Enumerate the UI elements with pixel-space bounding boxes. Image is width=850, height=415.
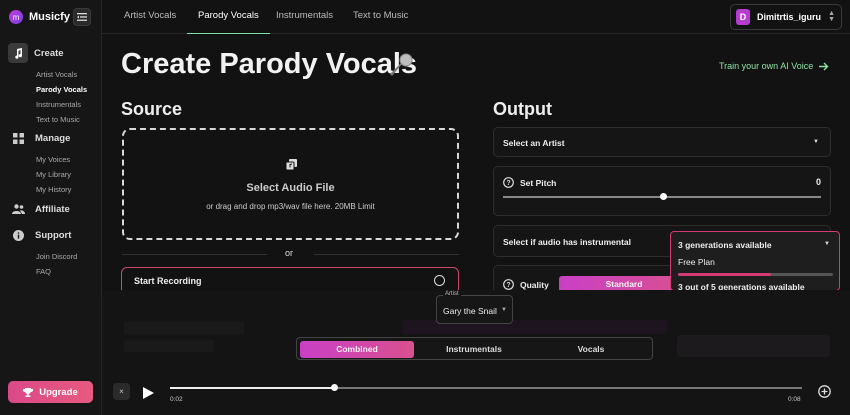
- upgrade-button[interactable]: Upgrade: [8, 381, 93, 403]
- add-to-library-button[interactable]: [818, 385, 831, 403]
- play-icon: [143, 387, 154, 399]
- sidebar-section-header-create[interactable]: Create: [0, 42, 102, 64]
- audio-file-dropzone[interactable]: Select Audio File or drag and drop mp3/w…: [122, 128, 459, 240]
- music-note-icon: [8, 43, 28, 63]
- close-icon: ×: [119, 387, 124, 396]
- sidebar-item-my-library[interactable]: My Library: [36, 167, 102, 182]
- sidebar-section-support: Support Join Discord FAQ: [0, 224, 102, 279]
- sidebar-item-my-history[interactable]: My History: [36, 182, 102, 197]
- svg-text:?: ?: [506, 282, 510, 289]
- pitch-value: 0: [815, 177, 821, 187]
- add-circle-icon: [818, 385, 831, 398]
- sidebar-section-title: Affiliate: [35, 203, 70, 215]
- page-title: Create Parody Vocals: [121, 48, 418, 80]
- record-radio[interactable]: [434, 275, 445, 286]
- dropzone-title: Select Audio File: [246, 182, 335, 194]
- microphone-icon: [388, 52, 414, 83]
- train-voice-label: Train your own AI Voice: [719, 61, 814, 71]
- tab-text-to-music[interactable]: Text to Music: [353, 0, 408, 34]
- quality-label: Quality: [520, 279, 549, 290]
- player-artist-select[interactable]: Artist Gary the Snail ▼: [436, 291, 513, 324]
- menu-collapse-icon: [77, 13, 87, 21]
- playback-handle[interactable]: [330, 384, 338, 391]
- app-name: Musicfy: [29, 11, 70, 23]
- info-icon: [12, 229, 25, 242]
- artist-select-label: Select an Artist: [503, 138, 565, 148]
- sidebar-item-join-discord[interactable]: Join Discord: [36, 249, 102, 264]
- mode-combined-button[interactable]: Combined: [300, 341, 414, 358]
- output-heading: Output: [493, 99, 552, 119]
- mode-instrumentals-button[interactable]: Instrumentals: [417, 341, 531, 358]
- user-menu-button[interactable]: D Dimitrtis_iguru ▲ ▼: [730, 4, 842, 30]
- sidebar-section-header-manage[interactable]: Manage: [0, 127, 102, 149]
- trophy-icon: [23, 387, 34, 397]
- collapse-sidebar-button[interactable]: [73, 8, 91, 26]
- sidebar-item-instrumentals[interactable]: Instrumentals: [36, 97, 102, 112]
- musicfy-logo-icon: m: [9, 10, 23, 24]
- quota-progress-bar: [678, 273, 833, 276]
- or-label: or: [285, 248, 294, 258]
- tab-instrumentals[interactable]: Instrumentals: [276, 0, 333, 34]
- artist-select[interactable]: Select an Artist ▼: [493, 127, 831, 157]
- start-recording-label: Start Recording: [134, 276, 202, 286]
- play-button[interactable]: [143, 386, 154, 404]
- grid-icon: [12, 132, 25, 145]
- plan-label: Free Plan: [678, 257, 715, 267]
- caret-down-icon: ▼: [813, 139, 819, 145]
- user-name: Dimitrtis_iguru: [757, 12, 822, 22]
- sidebar-section-title: Support: [35, 229, 72, 241]
- source-heading: Source: [121, 99, 183, 119]
- brand[interactable]: m Musicfy: [9, 10, 70, 24]
- file-upload-icon: [285, 157, 297, 175]
- sidebar-section-affiliate: Affiliate: [0, 198, 102, 220]
- instrumental-label: Select if audio has instrumental: [503, 237, 632, 247]
- sidebar-section-header-support[interactable]: Support: [0, 224, 102, 246]
- caret-down-icon: ▼: [501, 307, 507, 313]
- sidebar-section-header-affiliate[interactable]: Affiliate: [0, 198, 102, 220]
- sidebar-item-artist-vocals[interactable]: Artist Vocals: [36, 67, 102, 82]
- pitch-panel: ? Set Pitch 0: [493, 166, 831, 216]
- train-voice-link[interactable]: Train your own AI Voice: [719, 61, 829, 71]
- caret-down-icon: ▼: [824, 241, 830, 247]
- arrow-right-icon: [819, 62, 829, 70]
- sidebar-section-title: Manage: [35, 132, 71, 144]
- mix-mode-toggle: Combined Instrumentals Vocals: [296, 337, 653, 360]
- mode-vocals-button[interactable]: Vocals: [534, 341, 648, 358]
- avatar: D: [736, 9, 751, 25]
- generations-quota-dropdown[interactable]: 3 generations available ▼ Free Plan 3 ou…: [670, 231, 840, 291]
- artist-caption: Artist: [443, 291, 461, 297]
- pitch-label: Set Pitch: [520, 177, 557, 188]
- pitch-slider[interactable]: [503, 193, 821, 200]
- chevron-updown-icon: ▲ ▼: [828, 10, 835, 23]
- quota-headline: 3 generations available: [678, 240, 772, 250]
- or-divider: or: [122, 248, 459, 260]
- end-time: 0:08: [788, 396, 801, 403]
- help-circle-icon[interactable]: ?: [503, 177, 514, 188]
- pitch-slider-handle[interactable]: [659, 193, 667, 200]
- current-time: 0:02: [170, 396, 183, 403]
- sidebar-item-faq[interactable]: FAQ: [36, 264, 102, 279]
- people-icon: [12, 203, 25, 216]
- sidebar: m Musicfy Create Artist Vocals Parody Vo…: [0, 0, 102, 415]
- sidebar-item-my-voices[interactable]: My Voices: [36, 152, 102, 167]
- upgrade-label: Upgrade: [39, 386, 78, 398]
- close-player-button[interactable]: ×: [113, 383, 130, 400]
- help-circle-icon[interactable]: ?: [503, 279, 514, 290]
- sidebar-section-title: Create: [34, 47, 64, 59]
- sidebar-section-create: Create Artist Vocals Parody Vocals Instr…: [0, 42, 102, 127]
- playback-progress[interactable]: [170, 384, 802, 391]
- sidebar-section-manage: Manage My Voices My Library My History: [0, 127, 102, 197]
- artist-value: Gary the Snail: [443, 306, 497, 316]
- sidebar-item-parody-vocals[interactable]: Parody Vocals: [36, 82, 102, 97]
- tab-parody-vocals[interactable]: Parody Vocals: [187, 0, 270, 34]
- tab-artist-vocals[interactable]: Artist Vocals: [124, 0, 176, 34]
- svg-text:?: ?: [506, 180, 510, 187]
- dropzone-subtitle: or drag and drop mp3/wav file here. 20MB…: [206, 202, 375, 211]
- sidebar-item-text-to-music[interactable]: Text to Music: [36, 112, 102, 127]
